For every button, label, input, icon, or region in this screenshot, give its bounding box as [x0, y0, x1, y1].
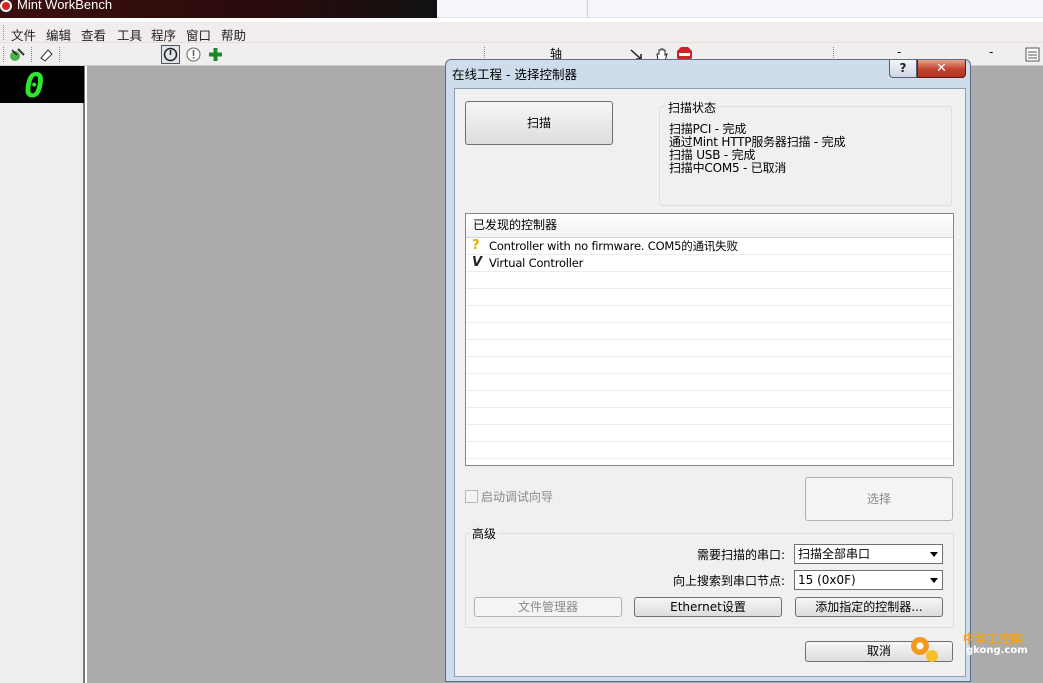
menu-bar: 文件 编辑 查看 工具 程序 窗口 帮助: [0, 22, 1043, 43]
empty-row: [466, 425, 953, 442]
empty-row: [466, 340, 953, 357]
refresh-icon[interactable]: [161, 45, 180, 64]
node-select[interactable]: 15 (0x0F): [794, 570, 943, 590]
chevron-down-icon: [930, 552, 938, 557]
empty-row: [466, 272, 953, 289]
watermark: 中华工控网 gkong.com: [906, 628, 1036, 668]
empty-row: [466, 391, 953, 408]
menu-grip: [3, 25, 5, 40]
toolbar-grip: [3, 47, 4, 62]
close-button[interactable]: ✕: [917, 60, 966, 78]
eraser-icon[interactable]: [38, 46, 55, 63]
watermark-url: gkong.com: [966, 645, 1028, 656]
debug-wizard-checkbox[interactable]: [465, 490, 478, 503]
empty-row: [466, 442, 953, 459]
empty-row: [466, 306, 953, 323]
empty-row: [466, 357, 953, 374]
menu-file[interactable]: 文件: [11, 25, 36, 44]
menu-tools[interactable]: 工具: [117, 25, 142, 44]
app-title: Mint WorkBench: [17, 0, 113, 12]
scan-button[interactable]: 扫描: [465, 101, 613, 145]
status-dash: -: [897, 45, 902, 59]
ethernet-settings-button[interactable]: Ethernet设置: [634, 597, 782, 617]
seven-segment-display: 0: [0, 66, 84, 106]
status-dash: -: [989, 45, 994, 59]
gear-icon: [911, 637, 938, 662]
controller-name: Controller with no firmware. COM5的通讯失败: [489, 239, 738, 253]
title-bar-background-window: [437, 0, 1043, 18]
empty-row: [466, 289, 953, 306]
dialog-title: 在线工程 - 选择控制器: [452, 67, 577, 82]
scan-status-line: 扫描中COM5 - 已取消: [669, 161, 787, 175]
select-controller-dialog: 在线工程 - 选择控制器 ? ✕ 扫描 扫描状态 扫描PCI - 完成 通过Mi…: [445, 59, 971, 682]
controller-name: Virtual Controller: [489, 256, 584, 270]
port-select[interactable]: 扫描全部串口: [794, 544, 943, 564]
menu-window[interactable]: 窗口: [186, 25, 211, 44]
scan-status-lines: 扫描PCI - 完成 通过Mint HTTP服务器扫描 - 完成 扫描 USB …: [669, 123, 845, 175]
node-select-value: 15 (0x0F): [798, 573, 856, 587]
port-select-value: 扫描全部串口: [798, 547, 871, 561]
controller-row[interactable]: V Virtual Controller: [466, 255, 953, 272]
warning-icon[interactable]: [185, 46, 202, 63]
menu-edit[interactable]: 编辑: [46, 25, 71, 44]
left-panel: [0, 66, 85, 683]
chevron-down-icon: [930, 578, 938, 583]
empty-row: [466, 323, 953, 340]
add-controller-button[interactable]: 添加指定的控制器...: [795, 597, 943, 617]
advanced-title: 高级: [470, 525, 499, 542]
app-title-bar: Mint WorkBench: [0, 0, 1043, 18]
found-controllers-list[interactable]: 已发现的控制器 ? Controller with no firmware. C…: [465, 213, 954, 466]
toolbar-separator: [59, 47, 60, 62]
connect-icon[interactable]: [9, 46, 26, 63]
add-icon[interactable]: [207, 46, 224, 63]
file-manager-button[interactable]: 文件管理器: [474, 597, 622, 617]
divider: [587, 0, 588, 18]
empty-row: [466, 374, 953, 391]
controller-row[interactable]: ? Controller with no firmware. COM5的通讯失败: [466, 238, 953, 255]
scan-status-title: 扫描状态: [666, 99, 719, 116]
list-icon[interactable]: [1024, 46, 1041, 63]
app-icon: [0, 0, 12, 12]
toolbar-separator: [31, 47, 32, 62]
select-button[interactable]: 选择: [805, 477, 953, 521]
node-label: 向上搜索到串口节点:: [672, 574, 785, 588]
menu-view[interactable]: 查看: [81, 25, 106, 44]
dialog-client-area: 扫描 扫描状态 扫描PCI - 完成 通过Mint HTTP服务器扫描 - 完成…: [454, 88, 966, 677]
help-button[interactable]: ?: [889, 60, 917, 78]
list-header[interactable]: 已发现的控制器: [466, 214, 953, 238]
virtual-v-icon: V: [472, 255, 482, 270]
debug-wizard-label: 启动调试向导: [481, 490, 554, 504]
empty-row: [466, 408, 953, 425]
title-bar-dark: Mint WorkBench: [0, 0, 437, 18]
question-icon: ?: [472, 238, 480, 253]
menu-program[interactable]: 程序: [151, 25, 176, 44]
menu-help[interactable]: 帮助: [221, 25, 246, 44]
port-label: 需要扫描的串口:: [696, 548, 785, 562]
display-digit: 0: [24, 66, 45, 106]
